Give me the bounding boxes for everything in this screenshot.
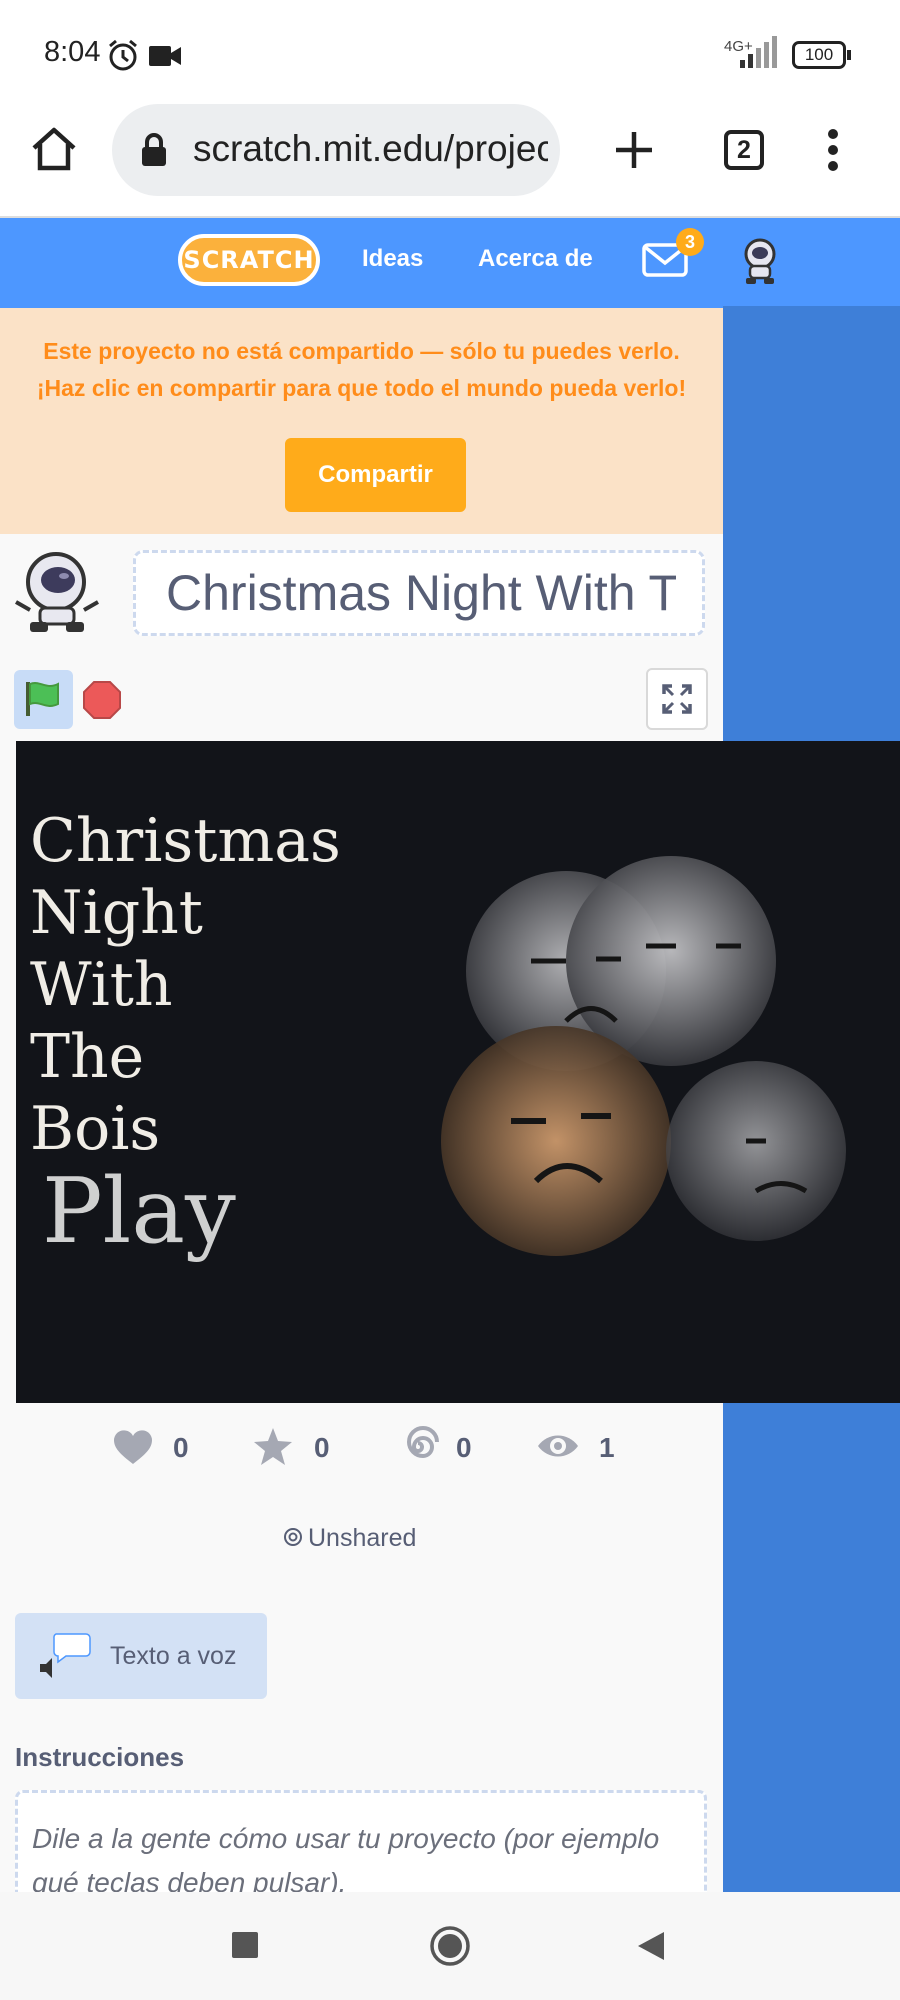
home-nav-icon[interactable] [429, 1925, 471, 1967]
status-time: 8:04 [44, 36, 101, 68]
new-tab-icon[interactable] [614, 130, 654, 170]
instructions-placeholder[interactable]: Dile a la gente cómo usar tu proyecto (p… [32, 1817, 672, 1897]
banner-line-1: Este proyecto no está compartido — sólo … [43, 338, 680, 364]
stage-characters-image [441, 856, 846, 1256]
back-icon[interactable] [636, 1930, 666, 1962]
remix-icon [407, 1426, 439, 1459]
project-title[interactable]: Christmas Night With The Bois [166, 564, 676, 622]
love-icon[interactable] [112, 1428, 154, 1466]
project-stage[interactable]: Christmas Night With The Bois Play [16, 741, 900, 1403]
text-to-speech-label[interactable]: Texto a voz [110, 1642, 236, 1671]
fullscreen-icon[interactable] [662, 684, 692, 714]
unshared-icon [284, 1528, 302, 1546]
favorite-count: 0 [314, 1432, 330, 1463]
views-count: 1 [599, 1432, 615, 1463]
favorite-icon[interactable] [252, 1426, 294, 1468]
share-status: Unshared [308, 1524, 417, 1552]
alarm-icon [109, 39, 137, 71]
messages-count-badge: 3 [676, 228, 704, 256]
more-options-icon[interactable] [826, 128, 840, 172]
tab-switcher-button[interactable]: 2 [724, 130, 764, 170]
love-count: 0 [173, 1432, 189, 1463]
recents-icon[interactable] [232, 1932, 258, 1958]
stage-game-title: Christmas Night With The Bois [30, 806, 341, 1164]
stage-play-button[interactable]: Play [42, 1159, 236, 1264]
stop-icon[interactable] [82, 680, 122, 720]
signal-icon [740, 36, 777, 68]
nav-ideas[interactable]: Ideas [362, 245, 423, 273]
home-icon[interactable] [30, 126, 78, 172]
battery-tip [847, 50, 851, 60]
views-icon [538, 1435, 578, 1457]
share-button[interactable]: Compartir [285, 438, 466, 512]
remix-count: 0 [456, 1432, 472, 1463]
scratch-logo[interactable]: SCRATCH [178, 234, 320, 286]
project-owner-avatar[interactable] [12, 550, 104, 636]
green-flag-icon[interactable] [22, 678, 64, 720]
url-text[interactable]: scratch.mit.edu/projects/ [193, 128, 548, 170]
nav-about[interactable]: Acerca de [478, 245, 593, 273]
user-avatar[interactable] [736, 236, 784, 286]
text-to-speech-icon[interactable] [36, 1630, 92, 1680]
battery-indicator: 100 [792, 41, 846, 69]
lock-icon[interactable] [140, 133, 168, 167]
banner-line-2: ¡Haz clic en compartir para que todo el … [36, 375, 687, 401]
video-icon [149, 46, 181, 66]
instructions-heading: Instrucciones [15, 1742, 185, 1772]
